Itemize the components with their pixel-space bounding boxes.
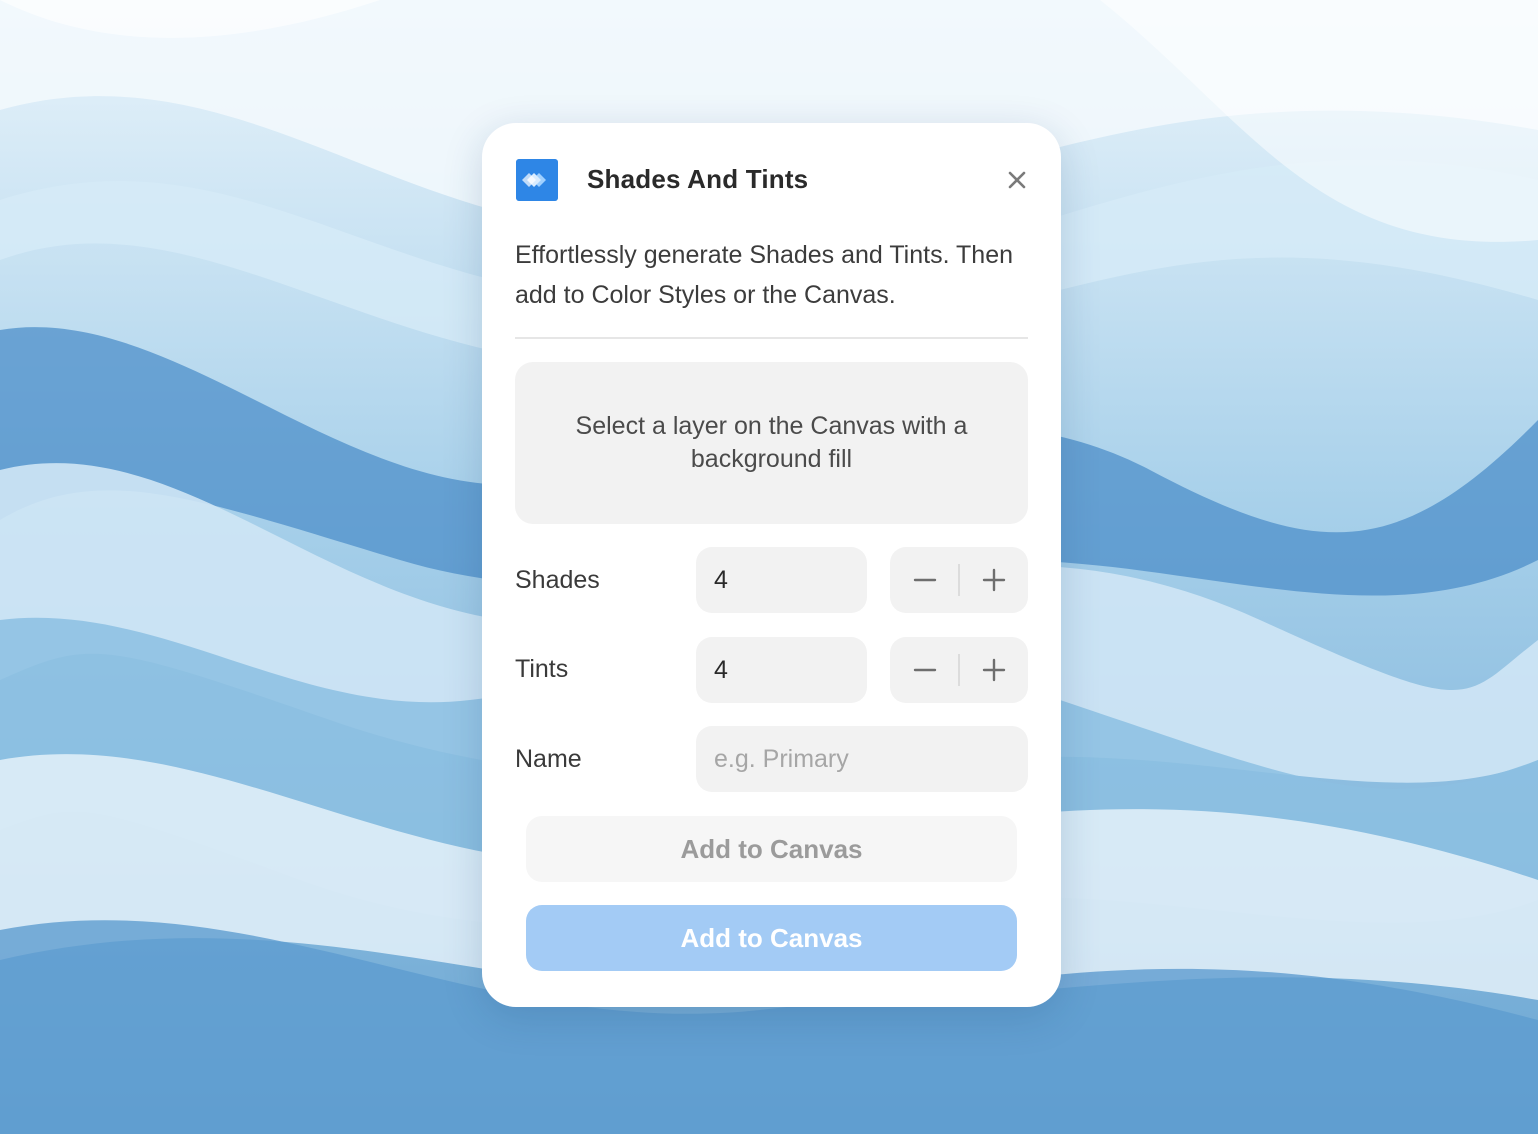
shades-increment-button[interactable] [959, 547, 1028, 613]
notice-text: Select a layer on the Canvas with a back… [575, 412, 968, 473]
shades-value: 4 [714, 565, 728, 594]
tints-decrement-button[interactable] [890, 637, 959, 703]
selection-notice: Select a layer on the Canvas with a back… [515, 362, 1028, 524]
dialog-description: Effortlessly generate Shades and Tints. … [515, 241, 1013, 309]
name-label: Name [515, 745, 582, 773]
shades-input[interactable]: 4 [696, 547, 867, 613]
shades-tints-logo-icon [516, 159, 558, 201]
tints-input[interactable]: 4 [696, 637, 867, 703]
add-to-canvas-primary-button[interactable]: Add to Canvas [526, 905, 1017, 971]
name-field [696, 726, 1028, 792]
minus-icon [913, 668, 936, 672]
shades-stepper [890, 547, 1028, 613]
plus-icon [982, 658, 1005, 682]
shades-tints-dialog: Shades And Tints Effortlessly generate S… [482, 123, 1061, 1007]
tints-label: Tints [515, 655, 569, 683]
tints-increment-button[interactable] [959, 637, 1028, 703]
minus-icon [913, 578, 936, 582]
plus-icon [982, 568, 1005, 592]
tints-stepper [890, 637, 1028, 703]
dialog-title: Shades And Tints [587, 164, 809, 194]
close-icon[interactable] [1002, 165, 1032, 195]
divider [515, 337, 1028, 339]
tints-value: 4 [714, 655, 728, 684]
name-input[interactable] [714, 744, 1028, 774]
shades-label: Shades [515, 566, 600, 594]
add-to-canvas-secondary-button[interactable]: Add to Canvas [526, 816, 1017, 882]
shades-decrement-button[interactable] [890, 547, 959, 613]
